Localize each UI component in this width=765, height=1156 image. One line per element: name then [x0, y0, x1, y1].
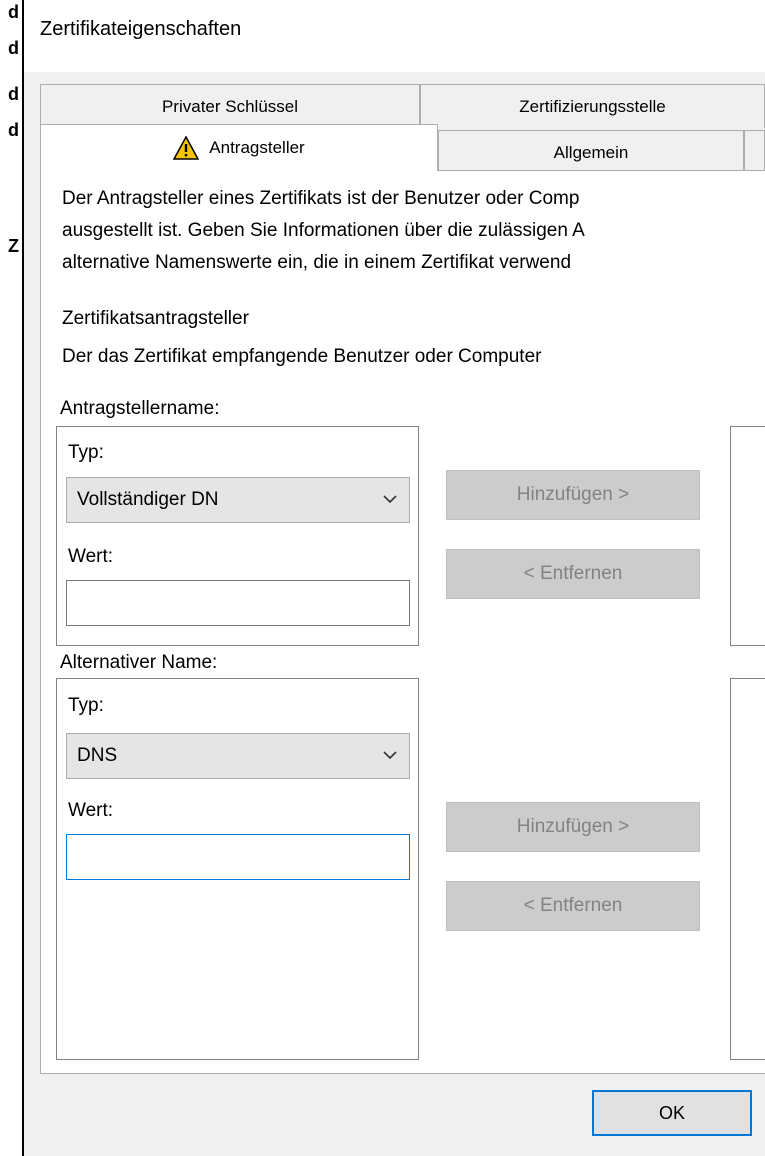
subject-remove-button[interactable]: < Entfernen [446, 549, 700, 599]
button-label: < Entfernen [523, 563, 623, 584]
alt-values-list[interactable] [730, 678, 765, 1060]
tab-certification-authority[interactable]: Zertifizierungsstelle [420, 84, 765, 128]
alt-type-value: DNS [77, 745, 118, 766]
background-text-fragment: Z [8, 236, 19, 256]
button-label: Hinzufügen > [516, 484, 630, 505]
subject-type-value: Vollständiger DN [77, 489, 219, 510]
alt-value-label: Wert: [68, 800, 114, 821]
alt-add-button[interactable]: Hinzufügen > [446, 802, 700, 852]
description-line: ausgestellt ist. Geben Sie Informationen… [62, 220, 585, 241]
section-title: Zertifikatsantragsteller [62, 308, 249, 329]
alt-type-label: Typ: [68, 695, 104, 716]
subject-type-label: Typ: [68, 442, 104, 463]
warning-icon [173, 136, 200, 160]
background-text-fragment: d [8, 2, 19, 22]
description-line: Der Antragsteller eines Zertifikats ist … [62, 188, 580, 209]
subject-values-list[interactable] [730, 426, 765, 646]
button-label: OK [658, 1102, 685, 1123]
subject-add-button[interactable]: Hinzufügen > [446, 470, 700, 520]
background-text-fragment: d [8, 38, 19, 58]
chevron-down-icon [383, 495, 397, 504]
chevron-down-icon [383, 751, 397, 760]
subject-value-label: Wert: [68, 546, 114, 567]
alt-value-input[interactable] [66, 834, 410, 880]
ok-button[interactable]: OK [592, 1090, 752, 1136]
alt-name-label: Alternativer Name: [60, 652, 218, 673]
button-label: < Entfernen [523, 895, 623, 916]
alt-type-select[interactable]: DNS [66, 733, 410, 779]
tab-label: Zertifizierungsstelle [519, 96, 666, 116]
tab-label: Antragsteller [209, 138, 305, 157]
subject-type-select[interactable]: Vollständiger DN [66, 477, 410, 523]
alt-remove-button[interactable]: < Entfernen [446, 881, 700, 931]
tab-subject[interactable]: Antragsteller [40, 124, 438, 171]
background-text-fragment: d [8, 84, 19, 104]
subject-name-label: Antragstellername: [60, 398, 220, 419]
dialog-title: Zertifikateigenschaften [40, 18, 242, 40]
tab-private-key[interactable]: Privater Schlüssel [40, 84, 420, 128]
tab-label: Privater Schlüssel [161, 96, 299, 116]
section-subtitle: Der das Zertifikat empfangende Benutzer … [62, 346, 542, 367]
tab-label: Allgemein [553, 142, 629, 162]
description-line: alternative Namenswerte ein, die in eine… [62, 252, 572, 273]
tab-partial[interactable] [744, 130, 765, 174]
tab-general[interactable]: Allgemein [438, 130, 744, 174]
subject-value-input[interactable] [66, 580, 410, 626]
background-text-fragment: d [8, 120, 19, 140]
button-label: Hinzufügen > [516, 816, 630, 837]
